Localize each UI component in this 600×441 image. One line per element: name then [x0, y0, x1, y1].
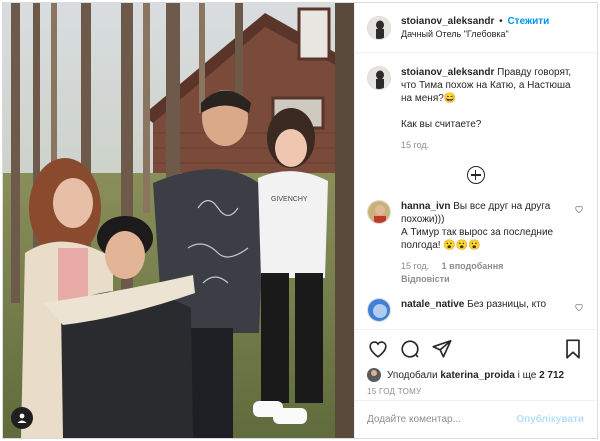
caption-text-2: Как вы считаете?: [401, 119, 482, 130]
likes-middle: і ще: [517, 369, 537, 381]
comments-section[interactable]: stoianov_aleksandr Правду говорят, что Т…: [355, 54, 596, 325]
commenter-avatar[interactable]: [367, 298, 391, 322]
comment-text: Без разницы, кто: [467, 299, 547, 310]
post-photo[interactable]: GIVENCHY: [3, 3, 354, 438]
liker-avatar[interactable]: [367, 368, 381, 382]
comment-input[interactable]: [367, 414, 517, 425]
commenter-avatar[interactable]: [367, 200, 391, 224]
load-more-comments: [367, 166, 584, 188]
caption-username[interactable]: stoianov_aleksandr: [401, 67, 494, 78]
follow-button[interactable]: Стежити: [507, 16, 549, 27]
user-tag-button[interactable]: [11, 407, 33, 429]
instagram-post: GIVENCHY stoianov_aleksandr • Стежити Да…: [2, 2, 598, 439]
likes-summary: Уподобали katerina_proida і ще 2 712: [367, 368, 584, 382]
avatar-image: [368, 299, 390, 321]
post-side-panel: stoianov_aleksandr • Стежити Дачный Отел…: [354, 3, 597, 438]
caption: stoianov_aleksandr Правду говорят, что Т…: [367, 66, 584, 152]
separator-dot: •: [499, 15, 503, 27]
comment-icon[interactable]: [399, 338, 421, 360]
reply-button[interactable]: Відповісти: [401, 274, 450, 284]
caption-avatar[interactable]: [367, 66, 391, 90]
comment-like-heart-icon[interactable]: [574, 302, 584, 312]
author-username[interactable]: stoianov_aleksandr: [401, 16, 494, 27]
liker-username[interactable]: katerina_proida: [440, 369, 514, 382]
avatar-image: [367, 368, 381, 382]
user-tag-icon: [17, 413, 27, 423]
comment-item: hanna_ivn Вы все друг на друга похожи)))…: [367, 200, 584, 286]
comment-username[interactable]: hanna_ivn: [401, 201, 450, 212]
post-time: 15 ГОД ТОМУ: [367, 387, 422, 396]
likes-count[interactable]: 2 712: [539, 369, 564, 382]
bookmark-icon[interactable]: [562, 338, 584, 360]
avatar-image: [368, 201, 390, 223]
publish-button[interactable]: Опублікувати: [516, 414, 584, 425]
comment-item: natale_native Без разницы, кто: [367, 298, 584, 322]
comment-time: 15 год.: [401, 261, 430, 271]
comment-likes-count[interactable]: 1 вподобання: [442, 261, 504, 271]
post-actions: Уподобали katerina_proida і ще 2 712 15 …: [355, 329, 596, 396]
post-header: stoianov_aleksandr • Стежити Дачный Отел…: [355, 3, 597, 53]
caption-time: 15 год.: [401, 140, 430, 150]
plus-circle-icon[interactable]: [466, 166, 485, 184]
comment-like-heart-icon[interactable]: [574, 204, 584, 214]
comment-username[interactable]: natale_native: [401, 299, 464, 310]
family-photo-illustration: GIVENCHY: [3, 3, 354, 438]
likes-prefix: Уподобали: [387, 369, 438, 381]
comment-text-2: А Тимур так вырос за последние полгода! …: [401, 227, 554, 251]
heart-icon[interactable]: [367, 338, 389, 360]
svg-text:GIVENCHY: GIVENCHY: [271, 196, 308, 203]
avatar-image: [368, 16, 390, 39]
author-avatar[interactable]: [367, 15, 391, 40]
location-link[interactable]: Дачный Отель "Глебовка": [401, 28, 549, 41]
avatar-image: [368, 67, 390, 89]
add-comment-bar: Опублікувати: [355, 400, 596, 438]
share-icon[interactable]: [431, 338, 453, 360]
